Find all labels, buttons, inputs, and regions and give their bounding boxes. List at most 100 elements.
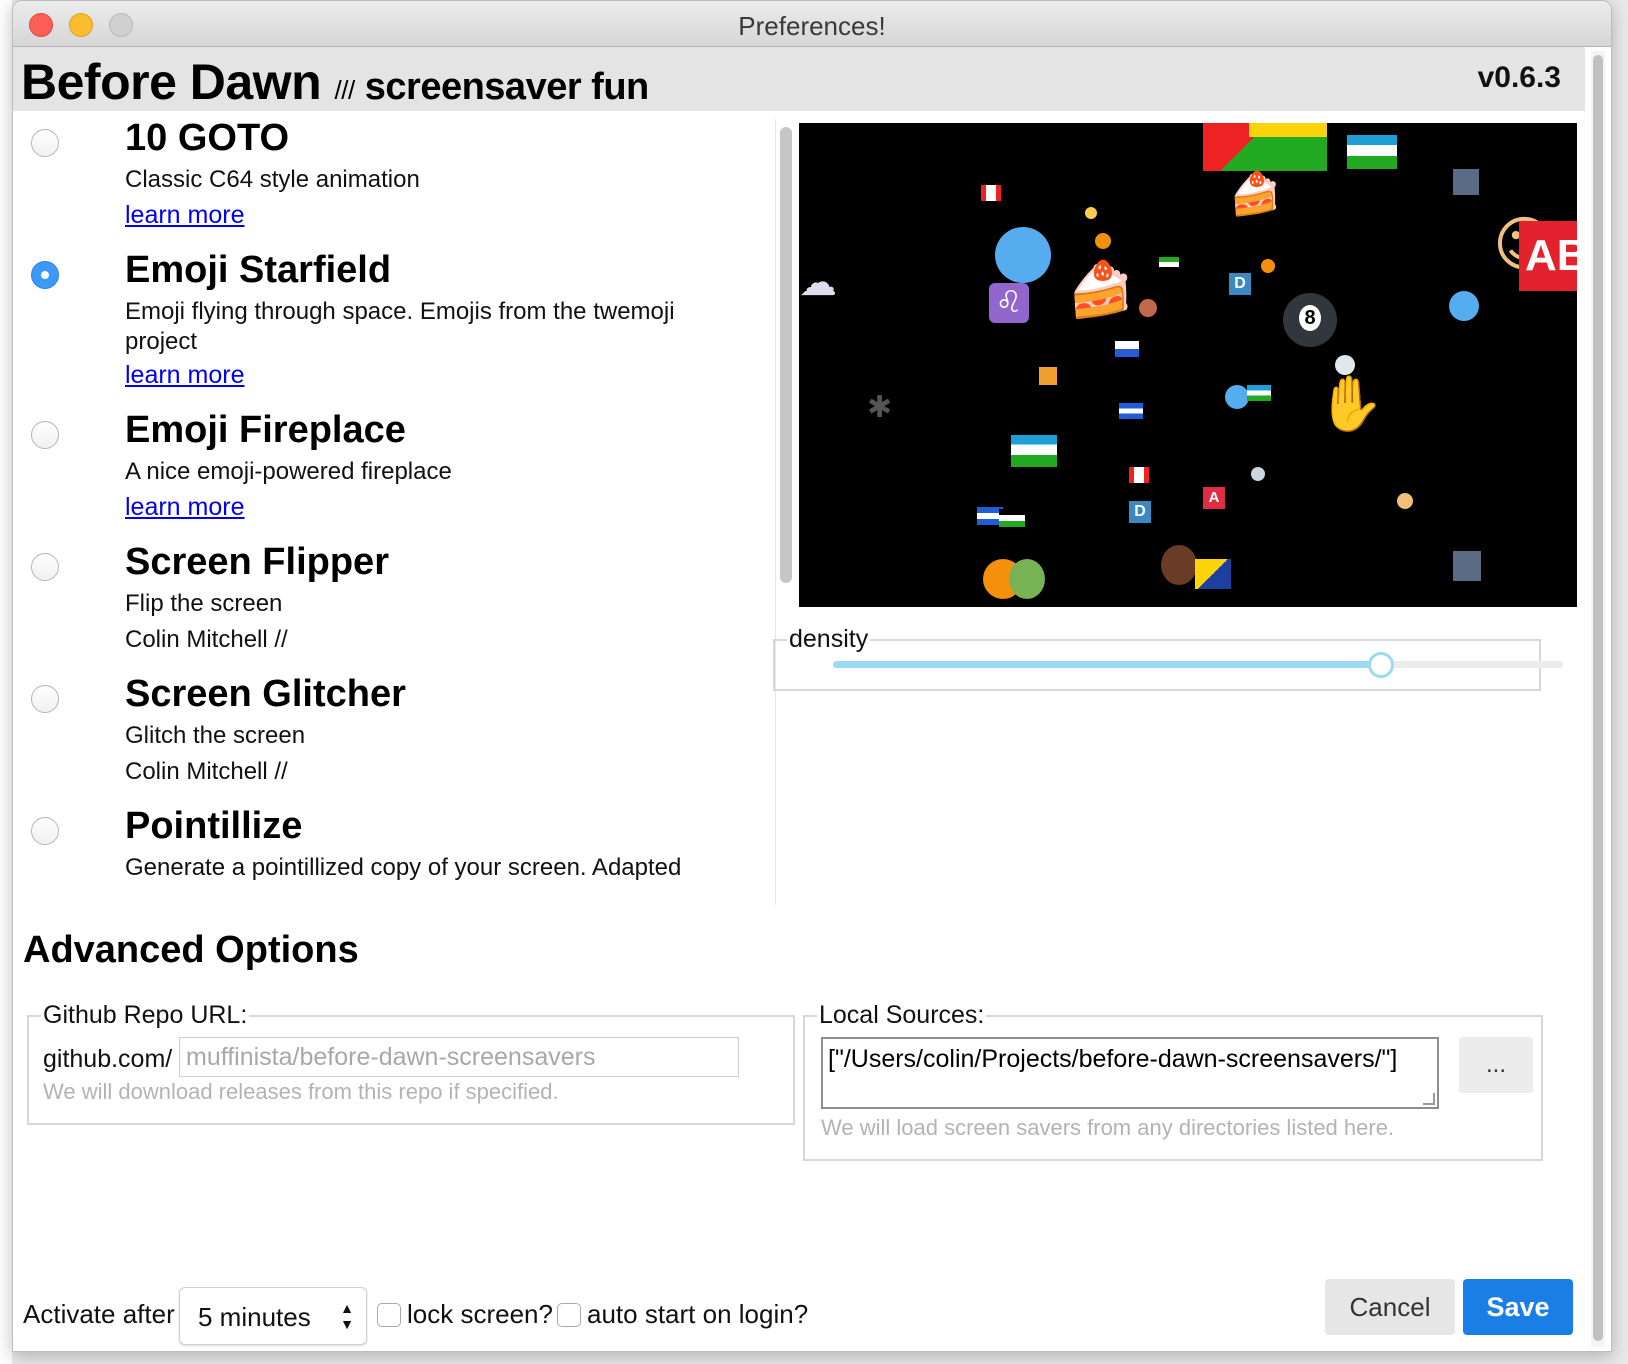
person-icon (1161, 545, 1197, 585)
clapping-hands-icon: ✋ (1317, 372, 1385, 435)
emoji-icon (1139, 299, 1157, 317)
save-button[interactable]: Save (1463, 1279, 1573, 1335)
app-tagline-group: /// screensaver fun (334, 66, 650, 108)
flag-icon (1247, 385, 1271, 401)
saver-name: Emoji Fireplace (125, 409, 406, 451)
d-letter-icon: D (1229, 273, 1251, 295)
learn-more-link[interactable]: learn more (125, 361, 245, 390)
saver-name: Emoji Starfield (125, 249, 392, 291)
cloud-icon: ☁ (799, 260, 837, 304)
repo-legend: Github Repo URL: (41, 1001, 250, 1030)
saver-name: Screen Flipper (125, 541, 389, 583)
list-scrollbar-thumb[interactable] (780, 127, 792, 583)
app-title: Before Dawn /// screensaver fun (21, 53, 649, 111)
cancel-button[interactable]: Cancel (1325, 1279, 1455, 1335)
saver-radio-screen-glitcher[interactable] (31, 685, 59, 713)
repo-hint: We will download releases from this repo… (43, 1079, 559, 1104)
saver-radio-emoji-fireplace[interactable] (31, 421, 59, 449)
emoji-icon (1261, 259, 1275, 273)
blue-circle-icon (995, 227, 1051, 283)
ab-button-icon: AB (1519, 221, 1577, 291)
density-label: density (787, 625, 871, 654)
resize-grip-icon[interactable] (1423, 1093, 1435, 1105)
saver-radio-emoji-starfield[interactable] (31, 261, 59, 289)
preferences-window: Preferences! Before Dawn /// screensaver… (12, 0, 1612, 1352)
app-name: Before Dawn (21, 54, 322, 110)
flag-icon (1115, 341, 1139, 357)
advanced-options-title: Advanced Options (23, 929, 359, 971)
saver-name: Screen Glitcher (125, 673, 406, 715)
window-scrollbar-thumb[interactable] (1593, 55, 1603, 1341)
cake-icon: 🍰 (1229, 169, 1282, 218)
activate-after-select[interactable]: 5 minutes ▲ ▼ (179, 1287, 367, 1345)
saver-description: A nice emoji-powered fireplace (125, 458, 452, 485)
emoji-icon (1095, 233, 1111, 249)
repo-url-input[interactable]: muffinista/before-dawn-screensavers (179, 1037, 739, 1077)
blue-circle-icon (1225, 385, 1249, 409)
flag-icon (1195, 559, 1231, 589)
auto-start-label[interactable]: auto start on login? (587, 1299, 808, 1330)
window-scrollbar[interactable] (1591, 51, 1605, 1347)
leo-icon: ♌ (989, 283, 1029, 323)
saver-description: project (125, 328, 198, 355)
saver-radio-10-goto[interactable] (31, 129, 59, 157)
cityscape-icon (1453, 169, 1479, 195)
title-bar: Preferences! (13, 1, 1611, 47)
flag-icon (1011, 435, 1057, 467)
gift-icon (1039, 367, 1057, 385)
fist-icon (1397, 493, 1413, 509)
density-slider-fill (833, 661, 1381, 668)
cake-icon: 🍰 (1067, 258, 1135, 321)
app-separator: /// (334, 75, 356, 105)
app-tagline: screensaver fun (364, 66, 650, 108)
repo-prefix: github.com/ (43, 1045, 173, 1073)
saver-description: Classic C64 style animation (125, 166, 420, 193)
window-title: Preferences! (738, 11, 886, 41)
lock-screen-checkbox[interactable] (377, 1303, 401, 1327)
emoji-icon (1251, 467, 1265, 481)
saver-description: Generate a pointillized copy of your scr… (125, 854, 682, 881)
cloud-icon (1335, 355, 1355, 375)
learn-more-link[interactable]: learn more (125, 493, 245, 522)
d-letter-icon: D (1129, 501, 1151, 523)
saver-description: Glitch the screen (125, 722, 306, 749)
flag-icon (1159, 257, 1179, 267)
cityscape-icon (1453, 551, 1481, 581)
list-scrollbar[interactable] (775, 119, 793, 905)
emoji-icon (1009, 559, 1045, 599)
local-sources-hint: We will load screen savers from any dire… (821, 1115, 1395, 1140)
app-header: Before Dawn /// screensaver fun v0.6.3 (13, 47, 1585, 111)
saver-radio-pointillize[interactable] (31, 817, 59, 845)
saver-name: Pointillize (125, 805, 303, 847)
local-sources-legend: Local Sources: (817, 1001, 987, 1030)
eight-ball-number: 8 (1299, 305, 1321, 331)
eight-ball-icon: 8 (1283, 293, 1337, 347)
flag-icon (1119, 403, 1143, 419)
saver-description: Flip the screen (125, 590, 283, 617)
a-button-icon: A (1203, 487, 1225, 509)
saver-description: Emoji flying through space. Emojis from … (125, 298, 675, 325)
activate-after-label: Activate after (23, 1299, 175, 1329)
lock-screen-label[interactable]: lock screen? (407, 1299, 553, 1330)
spider-icon: ✱ (867, 390, 893, 425)
background-window-edge (0, 0, 12, 1364)
local-sources-value: ["/Users/colin/Projects/before-dawn-scre… (828, 1045, 1398, 1073)
local-sources-textarea[interactable]: ["/Users/colin/Projects/before-dawn-scre… (821, 1037, 1439, 1109)
saver-radio-screen-flipper[interactable] (31, 553, 59, 581)
screensaver-list[interactable]: 10 GOTO Classic C64 style animation lear… (13, 115, 769, 901)
select-arrows-icon: ▲ ▼ (340, 1300, 354, 1332)
screensaver-preview: ☺ AB ♌ ☁ 🍰 🍰 8 ✋ D D A ✱ (799, 123, 1577, 607)
learn-more-link[interactable]: learn more (125, 201, 245, 230)
emoji-icon (1085, 207, 1097, 219)
version-label: v0.6.3 (1477, 61, 1561, 94)
activate-after-value: 5 minutes (198, 1302, 311, 1332)
density-slider-thumb[interactable] (1368, 652, 1394, 678)
saver-author: Colin Mitchell // (125, 758, 288, 785)
blue-circle-icon (1449, 291, 1479, 321)
flag-icon (981, 185, 1001, 201)
auto-start-checkbox[interactable] (557, 1303, 581, 1327)
flag-icon (1347, 135, 1397, 169)
flag-icon (999, 509, 1025, 527)
browse-sources-button[interactable]: ... (1459, 1037, 1533, 1093)
saver-name: 10 GOTO (125, 117, 290, 159)
